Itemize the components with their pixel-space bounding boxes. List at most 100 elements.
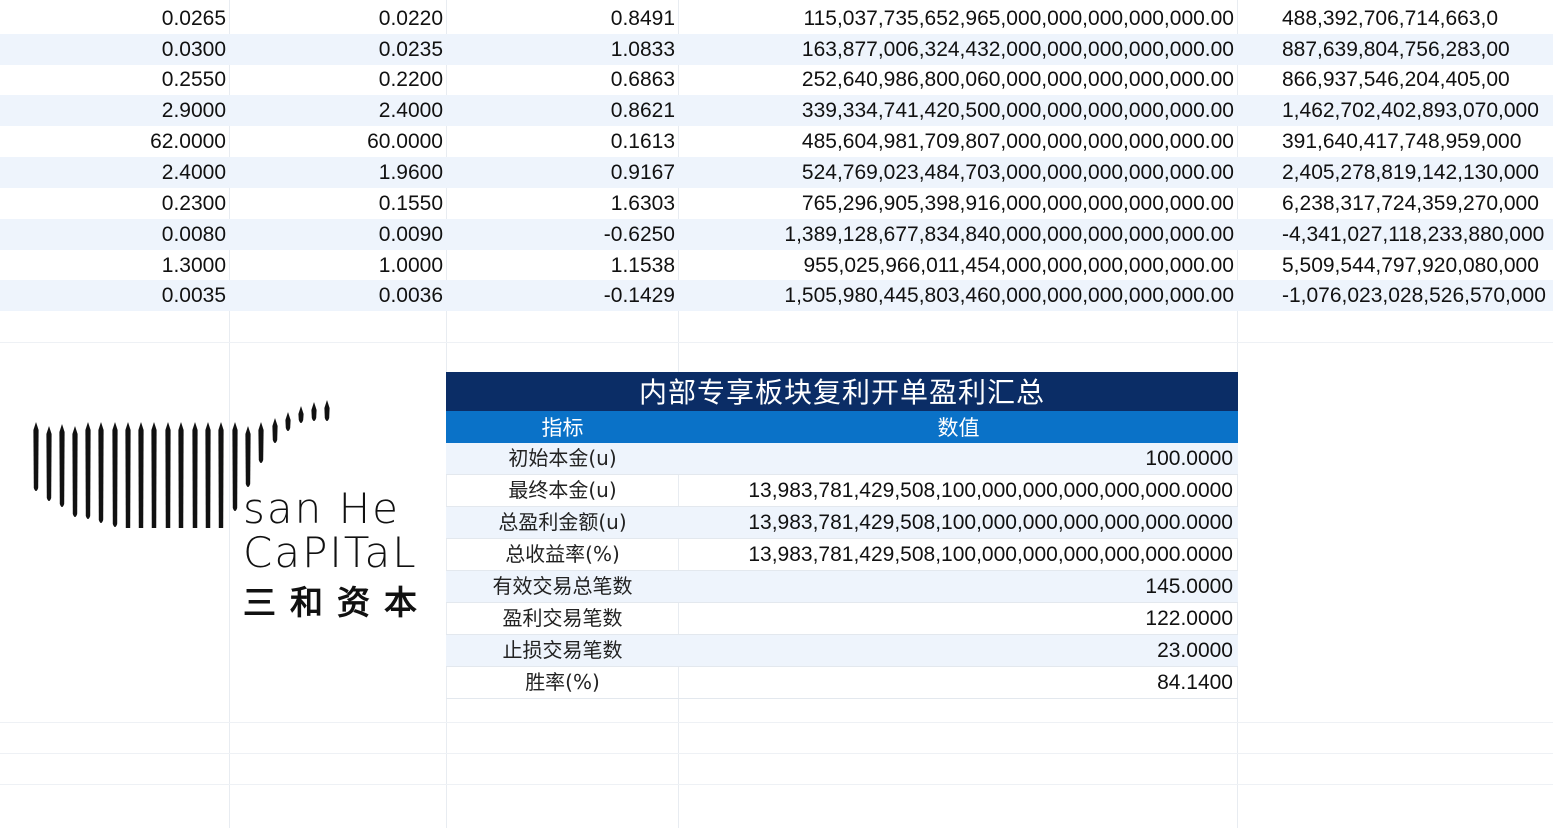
cell[interactable]: 0.6863 <box>447 64 675 95</box>
logo-spike <box>125 422 131 528</box>
cell[interactable]: 0.9167 <box>447 157 675 188</box>
cell[interactable]: 0.0265 <box>0 3 226 34</box>
summary-row[interactable]: 有效交易总笔数 145.0000 <box>446 571 1238 603</box>
san-he-capital-logo: san He CaPITaL 三和资本 <box>30 398 445 622</box>
logo-spike <box>165 422 171 528</box>
row-divider <box>0 784 1553 785</box>
cell[interactable]: 5,509,544,797,920,080,000 <box>1238 250 1553 281</box>
table-row[interactable]: 2.4000 1.9600 0.9167 524,769,023,484,703… <box>0 157 1553 188</box>
cell[interactable]: 1.1538 <box>447 250 675 281</box>
summary-row[interactable]: 止损交易笔数 23.0000 <box>446 635 1238 667</box>
cell[interactable]: 1.9600 <box>230 157 443 188</box>
cell[interactable]: 1,462,702,402,893,070,000 <box>1238 95 1553 126</box>
cell[interactable]: 0.1613 <box>447 126 675 157</box>
cell[interactable]: 0.2200 <box>230 64 443 95</box>
cell[interactable]: 1,389,128,677,834,840,000,000,000,000,00… <box>679 219 1234 250</box>
logo-spike <box>324 400 330 421</box>
summary-value: 13,983,781,429,508,100,000,000,000,000,0… <box>748 543 1233 566</box>
logo-spike <box>178 422 184 528</box>
table-row[interactable]: 0.2300 0.1550 1.6303 765,296,905,398,916… <box>0 188 1553 219</box>
logo-spike <box>205 422 211 528</box>
cell[interactable]: 2.9000 <box>0 95 226 126</box>
logo-spike <box>272 418 278 443</box>
summary-label: 胜率(%) <box>525 670 600 694</box>
summary-row[interactable]: 最终本金(u) 13,983,781,429,508,100,000,000,0… <box>446 475 1238 507</box>
cell[interactable]: 866,937,546,204,405,00 <box>1238 64 1553 95</box>
cell[interactable]: 0.0220 <box>230 3 443 34</box>
cell[interactable]: 115,037,735,652,965,000,000,000,000,000.… <box>679 3 1234 34</box>
cell[interactable]: 0.8491 <box>447 3 675 34</box>
logo-spike <box>232 422 238 511</box>
summary-row[interactable]: 初始本金(u) 100.0000 <box>446 443 1238 475</box>
summary-row[interactable]: 总盈利金额(u) 13,983,781,429,508,100,000,000,… <box>446 507 1238 539</box>
table-row[interactable]: 2.9000 2.4000 0.8621 339,334,741,420,500… <box>0 95 1553 126</box>
summary-value: 84.1400 <box>1157 671 1233 694</box>
profit-summary-table: 内部专享板块复利开单盈利汇总 指标 数值 初始本金(u) 100.0000 最终… <box>446 372 1238 699</box>
summary-value: 13,983,781,429,508,100,000,000,000,000,0… <box>748 511 1233 534</box>
cell[interactable]: 391,640,417,748,959,000 <box>1238 126 1553 157</box>
cell[interactable]: 765,296,905,398,916,000,000,000,000,000.… <box>679 188 1234 219</box>
summary-label: 总收益率(%) <box>505 542 620 566</box>
cell[interactable]: 62.0000 <box>0 126 226 157</box>
cell[interactable]: 339,334,741,420,500,000,000,000,000,000.… <box>679 95 1234 126</box>
spreadsheet-view: 0.0265 0.0220 0.8491 115,037,735,652,965… <box>0 0 1553 828</box>
summary-value: 23.0000 <box>1157 639 1233 662</box>
summary-row[interactable]: 胜率(%) 84.1400 <box>446 667 1238 699</box>
cell[interactable]: -4,341,027,118,233,880,000 <box>1238 219 1553 250</box>
cell[interactable]: 887,639,804,756,283,00 <box>1238 34 1553 65</box>
cell[interactable]: 0.2550 <box>0 64 226 95</box>
summary-label: 止损交易笔数 <box>502 638 623 662</box>
summary-label: 有效交易总笔数 <box>492 574 633 598</box>
cell[interactable]: 0.8621 <box>447 95 675 126</box>
summary-value: 100.0000 <box>1145 447 1233 470</box>
summary-label: 初始本金(u) <box>508 446 617 470</box>
cell[interactable]: 1.6303 <box>447 188 675 219</box>
cell[interactable]: 0.0036 <box>230 280 443 311</box>
logo-spike <box>138 422 144 528</box>
logo-text-cn: 三和资本 <box>243 583 431 622</box>
table-row[interactable]: 0.0265 0.0220 0.8491 115,037,735,652,965… <box>0 3 1553 34</box>
cell[interactable]: 0.0080 <box>0 219 226 250</box>
cell[interactable]: -0.6250 <box>447 219 675 250</box>
cell[interactable]: 0.0300 <box>0 34 226 65</box>
cell[interactable]: 252,640,986,800,060,000,000,000,000,000.… <box>679 64 1234 95</box>
table-row[interactable]: 0.2550 0.2200 0.6863 252,640,986,800,060… <box>0 64 1553 95</box>
logo-spike <box>33 422 39 491</box>
cell[interactable]: 0.2300 <box>0 188 226 219</box>
table-row[interactable]: 0.0080 0.0090 -0.6250 1,389,128,677,834,… <box>0 219 1553 250</box>
logo-spike <box>98 422 104 523</box>
cell[interactable]: -0.1429 <box>447 280 675 311</box>
cell[interactable]: 485,604,981,709,807,000,000,000,000,000.… <box>679 126 1234 157</box>
cell[interactable]: 2.4000 <box>230 95 443 126</box>
logo-spike <box>218 422 224 528</box>
cell[interactable]: 488,392,706,714,663,0 <box>1238 3 1553 34</box>
row-divider <box>0 753 1553 754</box>
table-row[interactable]: 62.0000 60.0000 0.1613 485,604,981,709,8… <box>0 126 1553 157</box>
cell[interactable]: -1,076,023,028,526,570,000 <box>1238 280 1553 311</box>
cell[interactable]: 1.3000 <box>0 250 226 281</box>
logo-spike <box>85 422 91 519</box>
table-row[interactable]: 1.3000 1.0000 1.1538 955,025,966,011,454… <box>0 250 1553 281</box>
summary-row[interactable]: 总收益率(%) 13,983,781,429,508,100,000,000,0… <box>446 539 1238 571</box>
cell[interactable]: 60.0000 <box>230 126 443 157</box>
cell[interactable]: 1.0833 <box>447 34 675 65</box>
summary-value: 13,983,781,429,508,100,000,000,000,000,0… <box>748 479 1233 502</box>
cell[interactable]: 955,025,966,011,454,000,000,000,000,000.… <box>679 250 1234 281</box>
row-divider <box>0 342 1553 343</box>
cell[interactable]: 6,238,317,724,359,270,000 <box>1238 188 1553 219</box>
header-value: 数值 <box>937 416 980 440</box>
table-row[interactable]: 0.0300 0.0235 1.0833 163,877,006,324,432… <box>0 34 1553 65</box>
logo-spike <box>311 402 317 421</box>
cell[interactable]: 2,405,278,819,142,130,000 <box>1238 157 1553 188</box>
cell[interactable]: 163,877,006,324,432,000,000,000,000,000.… <box>679 34 1234 65</box>
table-row[interactable]: 0.0035 0.0036 -0.1429 1,505,980,445,803,… <box>0 280 1553 311</box>
cell[interactable]: 0.0090 <box>230 219 443 250</box>
cell[interactable]: 1,505,980,445,803,460,000,000,000,000,00… <box>679 280 1234 311</box>
summary-row[interactable]: 盈利交易笔数 122.0000 <box>446 603 1238 635</box>
cell[interactable]: 0.1550 <box>230 188 443 219</box>
cell[interactable]: 0.0235 <box>230 34 443 65</box>
cell[interactable]: 524,769,023,484,703,000,000,000,000,000.… <box>679 157 1234 188</box>
cell[interactable]: 2.4000 <box>0 157 226 188</box>
cell[interactable]: 0.0035 <box>0 280 226 311</box>
cell[interactable]: 1.0000 <box>230 250 443 281</box>
